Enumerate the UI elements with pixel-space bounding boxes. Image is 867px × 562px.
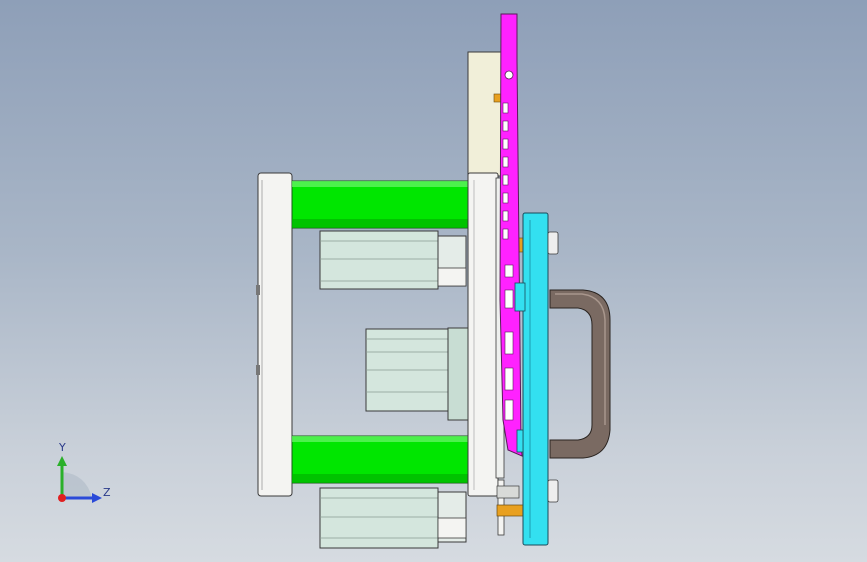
upper-cylinder-block[interactable]	[319, 230, 467, 290]
clamp-bolt-upper[interactable]	[547, 231, 559, 255]
middle-cylinder-block[interactable]	[365, 327, 469, 421]
lower-cylinder-block[interactable]	[319, 487, 467, 549]
orientation-triad[interactable]	[40, 440, 120, 510]
ejector-plate[interactable]	[499, 13, 523, 457]
left-clamp-plate[interactable]	[257, 172, 293, 497]
top-support-block[interactable]	[467, 51, 503, 177]
guide-bushing-lower[interactable]	[496, 485, 520, 499]
clamp-bolt-lower[interactable]	[547, 479, 559, 503]
z-axis-label: Z	[103, 486, 111, 499]
y-axis-label: Y	[59, 441, 66, 454]
ejector-pin-lower[interactable]	[496, 504, 524, 517]
x-axis-icon	[58, 494, 66, 502]
moving-plate[interactable]	[467, 172, 499, 497]
cad-graphics-viewport[interactable]: Y Z	[0, 0, 867, 562]
mold-assembly-side-view[interactable]	[0, 0, 867, 562]
handle[interactable]	[549, 289, 611, 459]
triad-plane-icon	[62, 472, 92, 498]
clamp-slot	[256, 365, 260, 375]
clamp-slot	[256, 285, 260, 295]
